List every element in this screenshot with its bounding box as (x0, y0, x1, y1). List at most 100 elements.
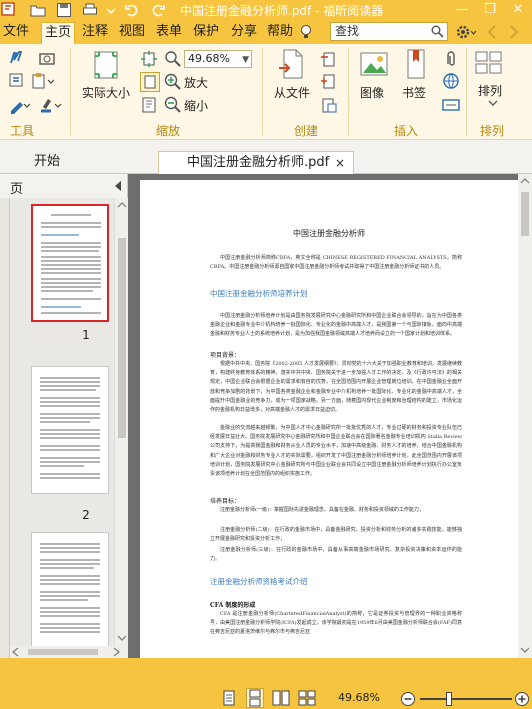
doc-subheading: 培养目标： (210, 498, 241, 505)
app-logo-icon[interactable] (0, 1, 18, 19)
annotation-tool-icon[interactable] (8, 96, 36, 114)
search-icon[interactable] (431, 25, 444, 38)
document-tab-bar: 开始 中国注册金融分析师.pdf × (0, 140, 532, 174)
arrange-button[interactable]: 排列 (472, 78, 516, 108)
page-thumbnail[interactable] (31, 204, 109, 322)
window-title: 中国注册金融分析师.pdf - 福昕阅读器 (180, 4, 384, 18)
clipboard-icon[interactable] (30, 72, 58, 90)
doc-paragraph: 注册金融分析师(一级)：掌握国际先进金融理念，具备在金融、财务和投资领域的工作能… (220, 507, 424, 513)
doc-paragraph: 注册金融分析师(三级)：在行政的金融市场中，具备从事高端金融市场研究、复杂投资决… (210, 547, 462, 563)
restore-button[interactable]: ❐ (476, 0, 504, 20)
pdf-page[interactable]: 中国注册金融分析师 中国注册金融分析师简称CRFA，英文全称是 CHINESE … (140, 180, 518, 658)
group-separator (348, 48, 349, 136)
group-label-zoom: 缩放 (156, 124, 181, 138)
collapse-panel-icon[interactable] (114, 181, 122, 191)
settings-gear-icon[interactable] (456, 24, 478, 40)
doc-heading: 中国注册金融分析师培养计划 (210, 289, 308, 298)
highlight-tool-icon[interactable] (38, 96, 66, 114)
doc-paragraph: 中国注册金融分析师简称CRFA，英文全称是 CHINESE REGISTERED… (210, 255, 462, 271)
create-from-file-button[interactable]: 从文件 (270, 46, 314, 102)
doc-heading: 注册金融分析师资格考试介绍 (210, 577, 308, 586)
arrange-label: 排列 (478, 84, 503, 98)
create-clipboard-icon[interactable] (320, 96, 338, 114)
pages-panel-header: 页 (0, 174, 128, 198)
thumbnail-horizontal-scrollbar[interactable] (10, 646, 128, 658)
open-icon[interactable] (30, 2, 46, 18)
menu-help[interactable]: 帮助 (264, 22, 296, 44)
insert-attachment-icon[interactable] (442, 50, 460, 68)
group-label-create: 创建 (294, 124, 319, 138)
panel-side-strip[interactable] (0, 198, 10, 658)
menu-protect[interactable]: 保护 (190, 22, 222, 44)
create-blank-icon[interactable] (320, 72, 338, 90)
redo-icon[interactable] (150, 2, 166, 18)
zoom-in-status-icon[interactable] (514, 691, 530, 707)
menu-form[interactable]: 表单 (153, 22, 185, 44)
insert-textbox-icon[interactable] (442, 96, 460, 114)
arrange-grid-icon[interactable] (474, 50, 504, 76)
page-number: 1 (82, 328, 90, 342)
search-input[interactable]: 查找 (330, 22, 448, 41)
status-zoom-level: 49.68% (338, 691, 380, 704)
zoom-out-status-icon[interactable] (400, 691, 416, 707)
group-label-tools: 工具 (10, 124, 35, 138)
doc-paragraph: 中国注册金融分析师培养计划是由国务院发展研究中心金融研究所和中国企业联合会领导的… (210, 313, 462, 338)
save-icon[interactable] (56, 2, 72, 18)
page-thumbnail[interactable] (31, 532, 109, 646)
doc-paragraph: 金融业的交流越来越频繁，为中国人才中心金融研究所一批批优秀的人才，专业过硬的财务… (210, 425, 462, 478)
undo-icon[interactable] (124, 2, 140, 18)
insert-image-button[interactable]: 图像 (356, 46, 392, 102)
menu-comment[interactable]: 注释 (79, 22, 111, 44)
nav-forward-icon[interactable] (508, 25, 520, 39)
from-file-label: 从文件 (274, 86, 311, 100)
zoom-level-value: 49.68% (188, 52, 230, 65)
insert-link-icon[interactable] (442, 72, 460, 90)
actual-size-label: 实际大小 (82, 86, 131, 100)
tab-document[interactable]: 中国注册金融分析师.pdf × (158, 151, 354, 174)
single-page-view-icon[interactable] (222, 690, 236, 706)
doc-paragraph: 根据中共中央、国务院《2002-2005 人才发展纲要》，贯彻党的十六大关于加强… (210, 361, 462, 414)
title-bar: 中国注册金融分析师.pdf - 福昕阅读器 — ❐ ✕ (0, 0, 532, 20)
hand-tool-icon[interactable] (8, 49, 26, 67)
nav-back-icon[interactable] (486, 25, 498, 39)
group-separator (70, 48, 71, 136)
page-thumbnail[interactable] (31, 366, 109, 494)
chevron-down-icon[interactable]: ▼ (242, 52, 249, 68)
close-tab-icon[interactable]: × (335, 152, 345, 174)
doc-subheading: CFA 制度的形成 (210, 602, 256, 609)
select-text-icon[interactable] (8, 72, 26, 90)
zoom-slider[interactable] (420, 692, 512, 706)
close-window-button[interactable]: ✕ (504, 0, 532, 20)
tab-start-label: 开始 (34, 154, 61, 169)
thumbnail-scrollbar[interactable] (114, 198, 128, 646)
facing-view-icon[interactable] (272, 690, 290, 706)
menu-view[interactable]: 视图 (116, 22, 148, 44)
zoom-search-icon[interactable] (164, 50, 182, 68)
quick-access-more-icon[interactable] (104, 2, 118, 18)
insert-bookmark-button[interactable]: 书签 (398, 46, 434, 102)
fit-width-icon[interactable] (140, 72, 160, 92)
fit-page-icon[interactable] (140, 50, 158, 68)
group-separator (262, 48, 263, 136)
print-icon[interactable] (82, 2, 98, 18)
zoom-out-button[interactable]: 缩小 (164, 95, 214, 115)
create-scan-icon[interactable] (320, 50, 338, 68)
zoom-in-label: 放大 (184, 76, 209, 90)
zoom-out-label: 缩小 (184, 99, 209, 113)
lightbulb-icon[interactable] (298, 24, 314, 40)
minimize-button[interactable]: — (448, 0, 476, 20)
menu-home[interactable]: 主页 (41, 22, 76, 44)
document-scrollbar[interactable] (518, 174, 532, 658)
continuous-facing-view-icon[interactable] (298, 690, 316, 706)
zoom-in-button[interactable]: 放大 (164, 72, 214, 92)
tab-start[interactable]: 开始 (18, 151, 98, 174)
menu-file[interactable]: 文件 (0, 22, 32, 44)
fit-visible-icon[interactable] (140, 96, 158, 114)
continuous-view-icon[interactable] (246, 688, 264, 708)
document-viewport[interactable]: 中国注册金融分析师 中国注册金融分析师简称CRFA，英文全称是 CHINESE … (128, 174, 532, 658)
zoom-slider-thumb[interactable] (446, 692, 452, 706)
zoom-level-field[interactable]: 49.68% ▼ (184, 50, 252, 68)
actual-size-button[interactable]: 实际大小 (80, 46, 132, 102)
menu-share[interactable]: 分享 (228, 22, 260, 44)
snapshot-icon[interactable] (38, 49, 56, 67)
